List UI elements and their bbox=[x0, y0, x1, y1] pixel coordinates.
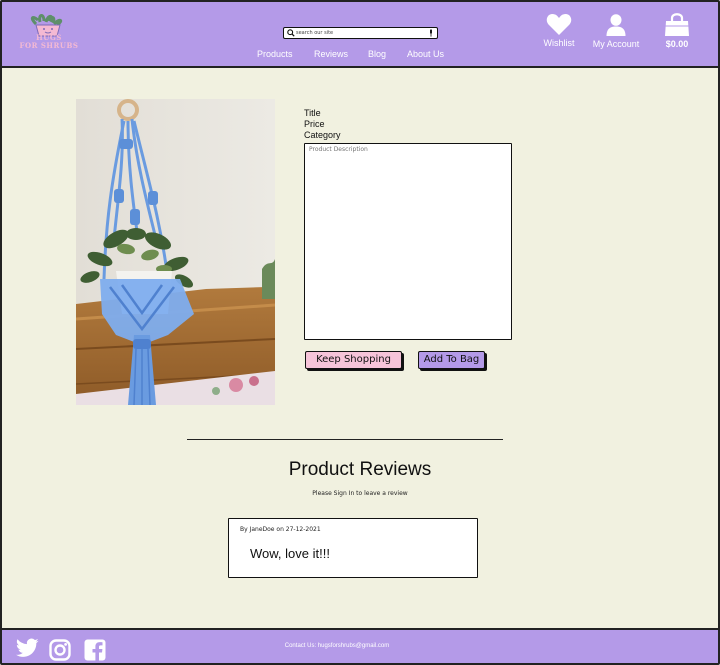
nav-blog[interactable]: Blog bbox=[368, 49, 386, 59]
keep-shopping-button[interactable]: Keep Shopping bbox=[305, 351, 402, 369]
review-byline: By JaneDoe on 27-12-2021 bbox=[240, 526, 321, 533]
wishlist-label: Wishlist bbox=[543, 38, 575, 48]
user-icon bbox=[606, 14, 626, 36]
contact-email[interactable]: Contact Us: hugsforshrubs@gmail.com bbox=[2, 643, 672, 649]
review-text: Wow, love it!!! bbox=[250, 546, 330, 561]
site-footer: Contact Us: hugsforshrubs@gmail.com bbox=[2, 628, 718, 663]
product-description-field[interactable] bbox=[304, 143, 512, 340]
reviews-heading: Product Reviews bbox=[288, 459, 432, 480]
shopping-bag-icon bbox=[665, 13, 689, 36]
product-category: Category bbox=[304, 130, 341, 140]
macrame-plant-hanger-photo bbox=[76, 99, 275, 405]
page-frame: HUGS FOR SHRUBS Products Reviews Blog Ab… bbox=[0, 0, 720, 665]
section-divider bbox=[187, 439, 503, 440]
cart-total: $0.00 bbox=[665, 39, 689, 49]
product-price: Price bbox=[304, 119, 325, 129]
my-account-link[interactable]: My Account bbox=[590, 14, 642, 49]
product-image bbox=[76, 99, 275, 405]
search-input[interactable] bbox=[296, 28, 421, 37]
site-header: HUGS FOR SHRUBS Products Reviews Blog Ab… bbox=[2, 2, 718, 68]
logo-text: HUGS FOR SHRUBS bbox=[16, 34, 82, 50]
nav-reviews[interactable]: Reviews bbox=[314, 49, 348, 59]
search-bar bbox=[283, 27, 438, 39]
product-title: Title bbox=[304, 108, 321, 118]
nav-about-us[interactable]: About Us bbox=[407, 49, 444, 59]
search-icon[interactable] bbox=[287, 29, 295, 37]
heart-icon bbox=[546, 14, 572, 35]
main-nav: Products Reviews Blog About Us bbox=[2, 49, 718, 61]
microphone-icon[interactable] bbox=[428, 29, 434, 37]
nav-products[interactable]: Products bbox=[257, 49, 293, 59]
my-account-label: My Account bbox=[592, 39, 640, 49]
review-card: By JaneDoe on 27-12-2021 Wow, love it!!! bbox=[228, 518, 478, 578]
add-to-bag-button[interactable]: Add To Bag bbox=[418, 351, 485, 369]
cart-link[interactable]: $0.00 bbox=[659, 12, 695, 49]
wishlist-link[interactable]: Wishlist bbox=[540, 13, 578, 48]
sign-in-note: Please Sign In to leave a review bbox=[312, 490, 408, 497]
